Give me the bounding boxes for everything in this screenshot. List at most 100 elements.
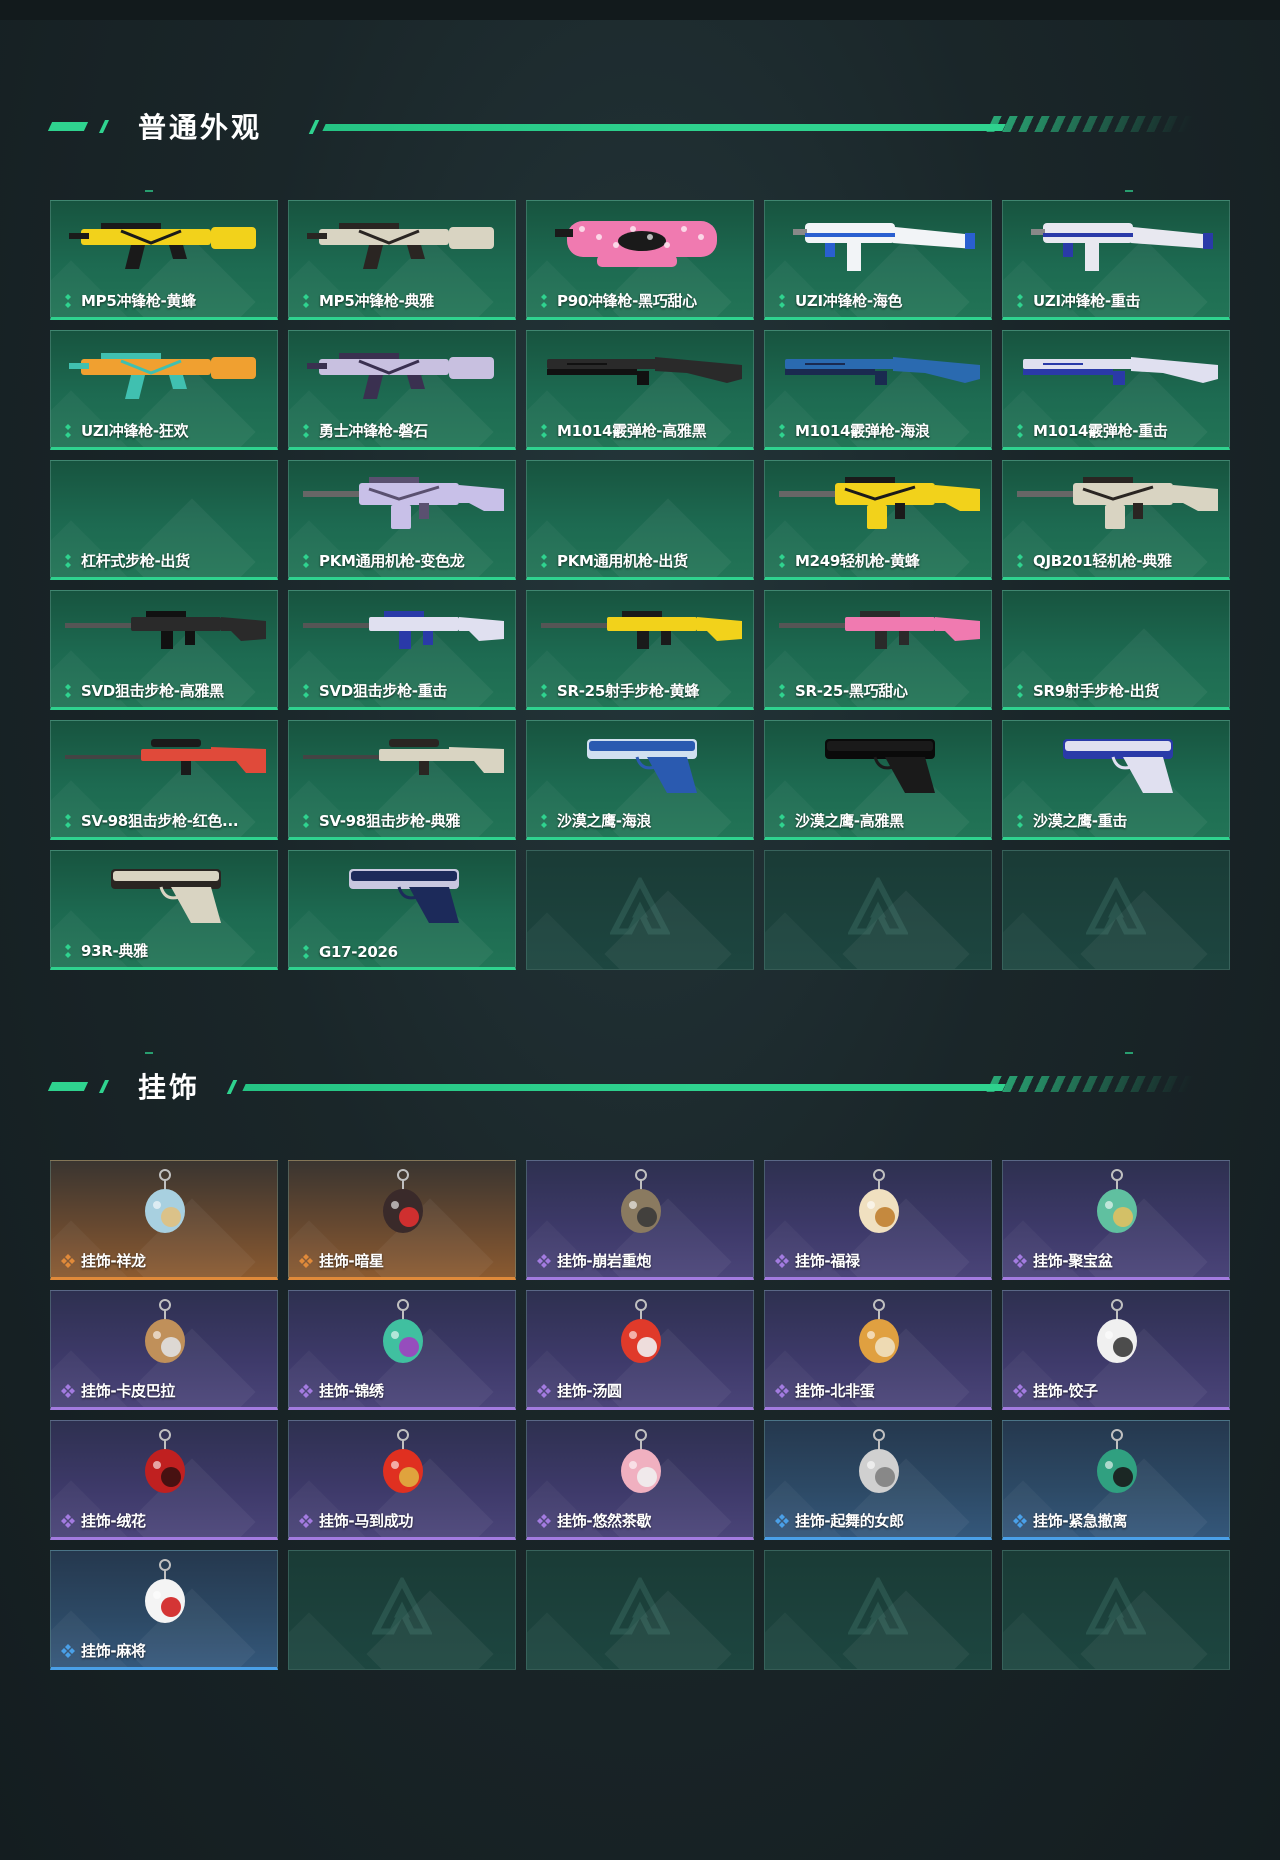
charm-card[interactable]: 挂饰-绒花 [50, 1420, 278, 1540]
rarity-diamond-icon [1013, 813, 1027, 828]
skin-card[interactable]: M1014霰弹枪-高雅黑 [526, 330, 754, 450]
skin-card[interactable]: SV-98狙击步枪-红色... [50, 720, 278, 840]
charm-card[interactable]: 挂饰-崩岩重炮 [526, 1160, 754, 1280]
item-label: 沙漠之鹰-高雅黑 [775, 810, 904, 831]
skin-card[interactable]: 杠杆式步枪-出货 [50, 460, 278, 580]
weapon-image [303, 477, 504, 529]
item-name: 挂饰-起舞的女郎 [795, 1512, 904, 1530]
charm-card[interactable]: 挂饰-悠然茶歇 [526, 1420, 754, 1540]
skin-card[interactable]: M1014霰弹枪-重击 [1002, 330, 1230, 450]
rarity-diamond-icon [775, 1383, 789, 1398]
placeholder-logo-icon [1085, 874, 1147, 943]
section-title: 普通外观 [138, 111, 263, 144]
empty-slot [526, 850, 754, 970]
weapon-image [69, 353, 256, 399]
charm-card[interactable]: 挂饰-祥龙 [50, 1160, 278, 1280]
rarity-diamond-icon [775, 553, 789, 568]
skin-card[interactable]: SR-25-黑巧甜心 [764, 590, 992, 710]
item-name: 挂饰-崩岩重炮 [557, 1252, 652, 1270]
item-label: 挂饰-绒花 [61, 1510, 146, 1531]
header-checker [986, 116, 1194, 132]
corner-mark [1125, 190, 1133, 192]
item-name: M1014霰弹枪-海浪 [795, 422, 930, 440]
charm-card[interactable]: 挂饰-麻将 [50, 1550, 278, 1670]
rarity-diamond-icon [61, 1253, 75, 1268]
skin-card[interactable]: SVD狙击步枪-高雅黑 [50, 590, 278, 710]
skin-card[interactable]: 沙漠之鹰-重击 [1002, 720, 1230, 840]
item-label: SV-98狙击步枪-典雅 [299, 810, 460, 831]
weapon-image [69, 223, 256, 269]
skin-card[interactable]: SR-25射手步枪-黄蜂 [526, 590, 754, 710]
weapon-image [779, 477, 980, 529]
charm-card[interactable]: 挂饰-福禄 [764, 1160, 992, 1280]
charm-image [621, 1429, 661, 1493]
item-label: 挂饰-锦绣 [299, 1380, 384, 1401]
rarity-diamond-icon [537, 1383, 551, 1398]
skin-card[interactable]: P90冲锋枪-黑巧甜心 [526, 200, 754, 320]
corner-mark [1125, 1052, 1133, 1054]
item-label: 沙漠之鹰-海浪 [537, 810, 651, 831]
skin-card[interactable]: M1014霰弹枪-海浪 [764, 330, 992, 450]
skin-card[interactable]: MP5冲锋枪-典雅 [288, 200, 516, 320]
header-deco [47, 1082, 89, 1091]
item-label: M1014霰弹枪-海浪 [775, 420, 930, 441]
charm-card[interactable]: 挂饰-锦绣 [288, 1290, 516, 1410]
corner-mark [145, 1052, 153, 1054]
skin-card[interactable]: QJB201轻机枪-典雅 [1002, 460, 1230, 580]
item-label: SV-98狙击步枪-红色... [61, 810, 239, 831]
charm-card[interactable]: 挂饰-饺子 [1002, 1290, 1230, 1410]
section-title: 挂饰 [138, 1071, 201, 1104]
item-name: SVD狙击步枪-重击 [319, 682, 448, 700]
weapon-image [587, 739, 697, 793]
charm-image [621, 1299, 661, 1363]
card-bg-deco [765, 912, 842, 969]
skin-card[interactable]: G17-2026 [288, 850, 516, 970]
charm-card[interactable]: 挂饰-卡皮巴拉 [50, 1290, 278, 1410]
item-label: 挂饰-马到成功 [299, 1510, 413, 1531]
charm-card[interactable]: 挂饰-汤圆 [526, 1290, 754, 1410]
charm-card[interactable]: 挂饰-暗星 [288, 1160, 516, 1280]
rarity-diamond-icon [1013, 553, 1027, 568]
item-name: 挂饰-绒花 [81, 1512, 146, 1530]
skin-card[interactable]: UZI冲锋枪-重击 [1002, 200, 1230, 320]
item-name: 挂饰-祥龙 [81, 1252, 146, 1270]
item-name: 挂饰-北非蛋 [795, 1382, 875, 1400]
skin-card[interactable]: 沙漠之鹰-高雅黑 [764, 720, 992, 840]
placeholder-logo-icon [609, 874, 671, 943]
skin-card[interactable]: MP5冲锋枪-黄蜂 [50, 200, 278, 320]
charm-image [859, 1299, 899, 1363]
rarity-diamond-icon [1013, 293, 1027, 308]
skin-card[interactable]: 沙漠之鹰-海浪 [526, 720, 754, 840]
charm-card[interactable]: 挂饰-起舞的女郎 [764, 1420, 992, 1540]
rarity-diamond-icon [61, 813, 75, 828]
charm-card[interactable]: 挂饰-马到成功 [288, 1420, 516, 1540]
skin-card[interactable]: UZI冲锋枪-海色 [764, 200, 992, 320]
rarity-diamond-icon [537, 293, 551, 308]
skin-grid: MP5冲锋枪-黄蜂 MP5冲锋枪-典雅 P90冲锋枪-黑巧甜心 UZI冲锋枪-海色 UZ… [50, 200, 1230, 970]
charm-image [383, 1169, 423, 1233]
skin-card[interactable]: 勇士冲锋枪-磐石 [288, 330, 516, 450]
charm-card[interactable]: 挂饰-紧急撤离 [1002, 1420, 1230, 1540]
skin-card[interactable]: PKM通用机枪-变色龙 [288, 460, 516, 580]
rarity-diamond-icon [61, 1513, 75, 1528]
skin-card[interactable]: PKM通用机枪-出货 [526, 460, 754, 580]
weapon-image [793, 223, 975, 271]
item-name: UZI冲锋枪-重击 [1033, 292, 1141, 310]
item-label: 挂饰-卡皮巴拉 [61, 1380, 175, 1401]
skin-card[interactable]: SV-98狙击步枪-典雅 [288, 720, 516, 840]
item-name: SV-98狙击步枪-红色... [81, 812, 239, 830]
item-label: SR9射手步枪-出货 [1013, 680, 1159, 701]
rarity-diamond-icon [775, 683, 789, 698]
skin-card[interactable]: UZI冲锋枪-狂欢 [50, 330, 278, 450]
skin-card[interactable]: 93R-典雅 [50, 850, 278, 970]
item-name: SR9射手步枪-出货 [1033, 682, 1160, 700]
skin-card[interactable]: SVD狙击步枪-重击 [288, 590, 516, 710]
item-label: UZI冲锋枪-海色 [775, 290, 902, 311]
section-header: 挂饰 [0, 1060, 1280, 1120]
skin-card[interactable]: M249轻机枪-黄蜂 [764, 460, 992, 580]
charm-card[interactable]: 挂饰-聚宝盆 [1002, 1160, 1230, 1280]
item-label: 勇士冲锋枪-磐石 [299, 420, 428, 441]
skin-card[interactable]: SR9射手步枪-出货 [1002, 590, 1230, 710]
item-label: SR-25-黑巧甜心 [775, 680, 908, 701]
charm-card[interactable]: 挂饰-北非蛋 [764, 1290, 992, 1410]
